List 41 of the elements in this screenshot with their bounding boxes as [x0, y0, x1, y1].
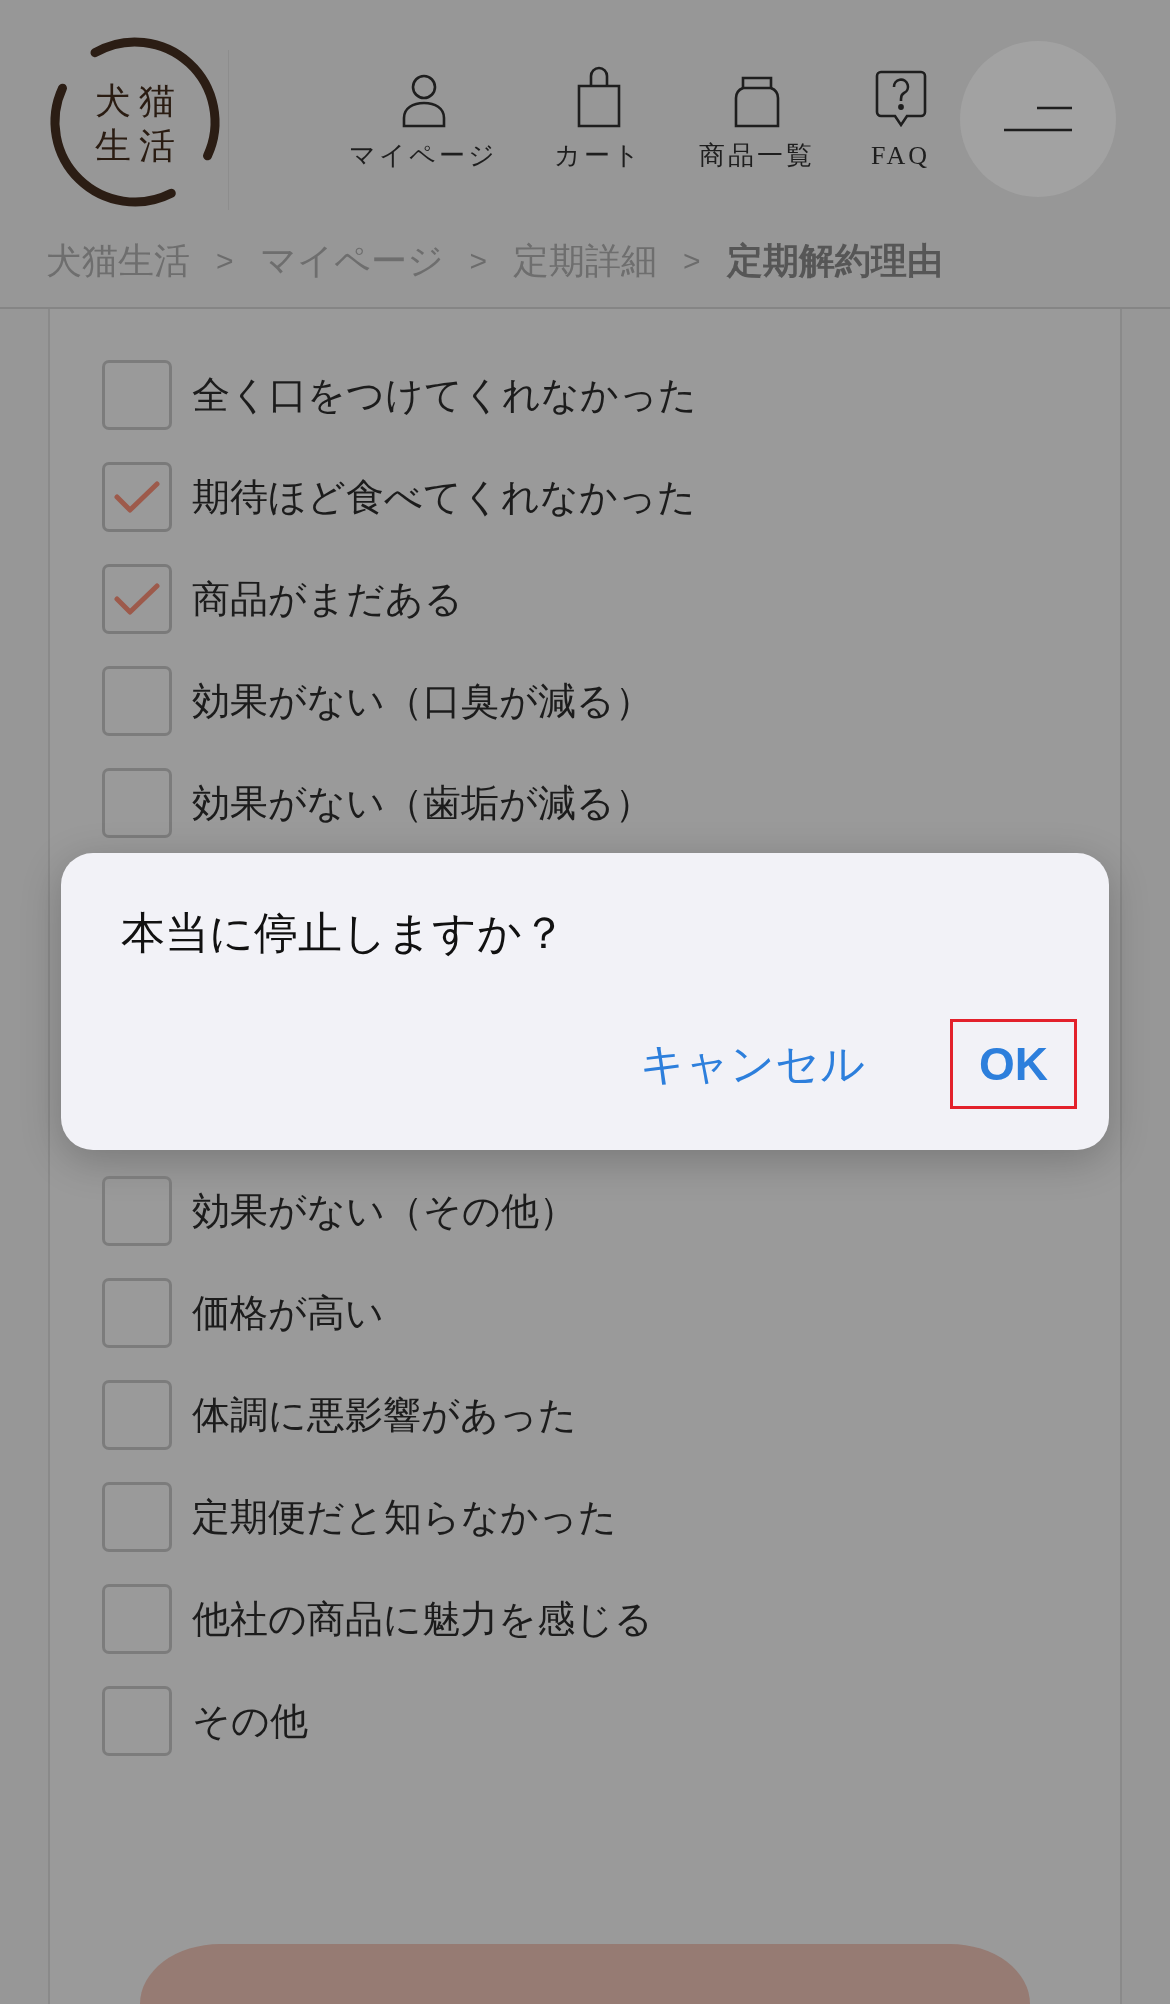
check-icon: [114, 582, 160, 616]
checkbox[interactable]: [102, 462, 172, 532]
jar-icon: [734, 76, 780, 128]
reason-label: 全く口をつけてくれなかった: [192, 373, 697, 418]
reason-label: 定期便だと知らなかった: [192, 1495, 617, 1540]
breadcrumb-separator: >: [216, 243, 234, 279]
site-logo[interactable]: 犬猫 生活: [46, 34, 224, 212]
checkbox[interactable]: [102, 1380, 172, 1450]
breadcrumb-current: 定期解約理由: [726, 239, 943, 283]
checkbox[interactable]: [102, 768, 172, 838]
reason-label: 価格が高い: [192, 1291, 384, 1336]
reason-label: 効果がない（口臭が減る）: [192, 679, 653, 724]
reason-label: その他: [192, 1699, 308, 1744]
reason-label: 効果がない（歯垢が減る）: [192, 781, 653, 826]
nav-link[interactable]: マイページ: [349, 66, 498, 172]
ok-button[interactable]: OK: [950, 1019, 1077, 1109]
person-icon: [400, 74, 447, 128]
checkbox[interactable]: [102, 1482, 172, 1552]
nav-link[interactable]: FAQ: [871, 66, 931, 172]
checkbox[interactable]: [102, 1584, 172, 1654]
reason-label: 体調に悪影響があった: [192, 1393, 577, 1438]
checkbox[interactable]: [102, 360, 172, 430]
checkbox[interactable]: [102, 564, 172, 634]
reason-label: 効果がない（その他）: [192, 1189, 577, 1234]
reason-label: 商品がまだある: [192, 577, 463, 622]
check-icon: [114, 480, 160, 514]
reason-label: 他社の商品に魅力を感じる: [192, 1597, 653, 1642]
help-bubble-icon: [874, 70, 927, 128]
checkbox[interactable]: [102, 1176, 172, 1246]
shopping-bag-icon: [575, 66, 622, 128]
reason-label: 期待ほど食べてくれなかった: [192, 475, 696, 520]
cancel-button[interactable]: キャンセル: [611, 1019, 894, 1109]
nav-link[interactable]: カート: [554, 66, 643, 172]
menu-icon: [1004, 106, 1072, 132]
breadcrumb-separator: >: [683, 243, 701, 279]
dialog-title: 本当に停止しますか？: [120, 907, 567, 959]
checkbox[interactable]: [102, 1278, 172, 1348]
checkbox[interactable]: [102, 666, 172, 736]
nav-link[interactable]: 商品一覧: [699, 66, 815, 172]
checkbox[interactable]: [102, 1686, 172, 1756]
breadcrumb-separator: >: [469, 243, 488, 279]
